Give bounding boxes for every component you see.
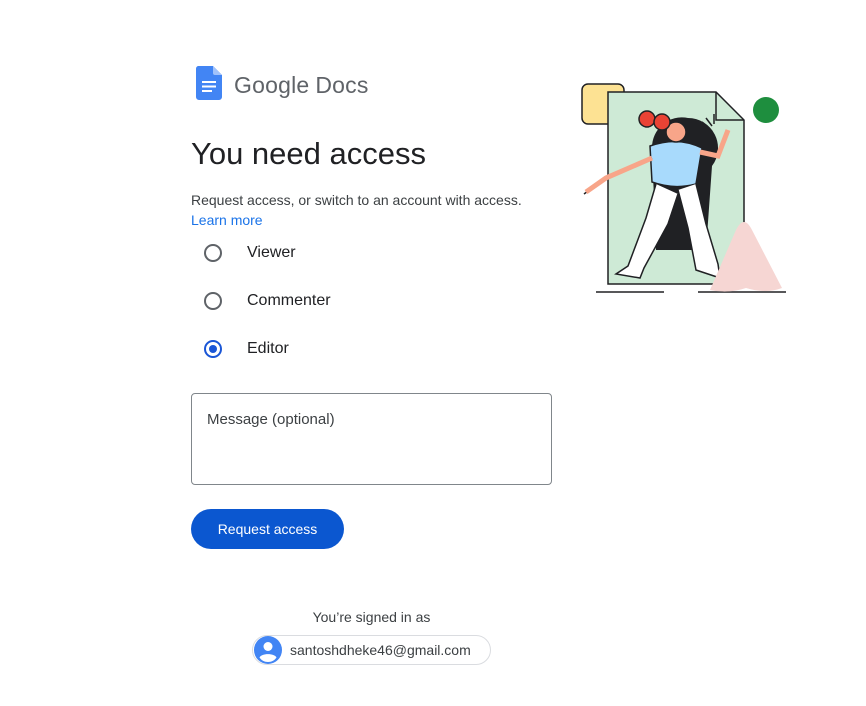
description-text: Request access, or switch to an account … — [191, 192, 522, 208]
person-entering-document-illustration — [578, 78, 790, 299]
radio-commenter[interactable] — [204, 292, 222, 310]
message-placeholder: Message (optional) — [207, 411, 335, 428]
brand-name: Google Docs — [234, 72, 369, 99]
message-field[interactable]: Message (optional) — [191, 393, 552, 485]
page-title: You need access — [191, 136, 426, 171]
radio-viewer[interactable] — [204, 244, 222, 262]
role-label-commenter: Commenter — [247, 292, 331, 309]
role-option-viewer[interactable]: Viewer — [204, 241, 296, 265]
account-email: santoshdheke46@gmail.com — [290, 642, 471, 658]
role-option-editor[interactable]: Editor — [204, 337, 289, 361]
request-access-button[interactable]: Request access — [191, 509, 344, 549]
access-description: Request access, or switch to an account … — [191, 190, 551, 230]
role-option-commenter[interactable]: Commenter — [204, 289, 331, 313]
google-wordmark: Google — [234, 71, 310, 98]
google-docs-logo[interactable]: Google Docs — [195, 65, 369, 105]
role-label-viewer: Viewer — [247, 244, 296, 261]
google-docs-icon — [195, 65, 222, 105]
role-label-editor: Editor — [247, 340, 289, 357]
signed-in-label: You’re signed in as — [312, 609, 431, 625]
learn-more-link[interactable]: Learn more — [191, 210, 263, 230]
account-chip[interactable]: santoshdheke46@gmail.com — [252, 635, 491, 665]
account-circle-icon — [254, 636, 282, 664]
product-name: Docs — [315, 71, 369, 98]
radio-editor[interactable] — [204, 340, 222, 358]
